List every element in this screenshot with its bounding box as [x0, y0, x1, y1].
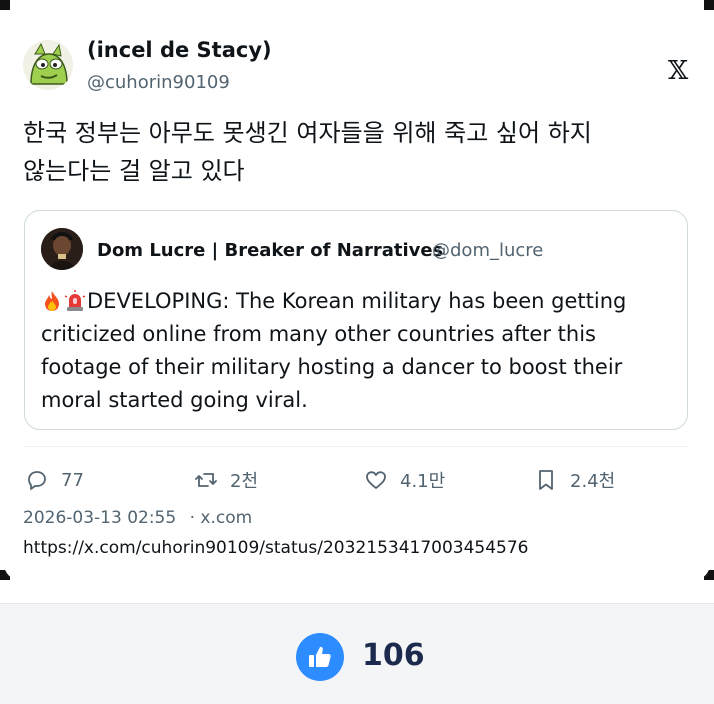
user-handle[interactable]: @cuhorin90109	[87, 72, 230, 93]
reply-count: 77	[61, 469, 84, 491]
timestamp[interactable]: 2026-03-13 02:55	[23, 508, 176, 528]
tweet-text-line: 한국 정부는 아무도 못생긴 여자들을 위해 죽고 싶어 하지	[23, 119, 592, 147]
bookmark-icon	[539, 470, 553, 490]
thumbs-up-button[interactable]	[296, 633, 344, 681]
heart-icon	[366, 471, 386, 489]
repost-count: 2천	[230, 471, 259, 492]
bookmark-count: 2.4천	[570, 471, 616, 492]
avatar[interactable]	[23, 40, 73, 90]
quoted-tweet-text: DEVELOPING: The Korean military has been…	[41, 285, 681, 417]
like-count: 4.1만	[400, 471, 446, 492]
siren-emoji	[64, 290, 86, 311]
reply-icon	[28, 471, 46, 490]
tweet-card[interactable]: (incel de Stacy) @cuhorin90109 𝕏 한국 정부는 …	[4, 10, 710, 580]
reply-button[interactable]: 77	[25, 468, 84, 492]
repost-button[interactable]: 2천	[194, 468, 258, 492]
corner-mark	[704, 0, 714, 10]
bookmark-button[interactable]: 2.4천	[534, 468, 615, 492]
like-button[interactable]: 4.1만	[364, 468, 445, 492]
thumbs-up-icon	[309, 646, 331, 667]
quoted-user-handle[interactable]: @dom_lucre	[432, 240, 543, 261]
person-avatar-image	[41, 228, 83, 270]
like-footer: 106	[0, 603, 714, 704]
divider	[24, 446, 688, 447]
post-like-count: 106	[362, 638, 425, 673]
quoted-text-line: DEVELOPING: The Korean military has been…	[41, 285, 681, 318]
tweet-text: 한국 정부는 아무도 못생긴 여자들을 위해 죽고 싶어 하지 않는다는 걸 알…	[23, 114, 683, 190]
frog-avatar-image	[23, 40, 73, 90]
post-url[interactable]: https://x.com/cuhorin90109/status/203215…	[23, 538, 529, 558]
user-name[interactable]: (incel de Stacy)	[87, 38, 272, 62]
quoted-tweet[interactable]: Dom Lucre | Breaker of Narratives @dom_l…	[24, 210, 688, 430]
tweet-text-line: 않는다는 걸 알고 있다	[23, 157, 245, 185]
source-label: · x.com	[189, 508, 253, 528]
quoted-user-name[interactable]: Dom Lucre | Breaker of Narratives	[97, 240, 443, 261]
post-meta: 2026-03-13 02:55 · x.com	[23, 508, 252, 528]
quoted-text-line: moral started going viral.	[41, 388, 308, 412]
repost-icon	[195, 473, 217, 487]
quoted-text-line-1: DEVELOPING: The Korean military has been…	[87, 289, 627, 313]
quoted-text-line: footage of their military hosting a danc…	[41, 355, 623, 379]
corner-mark	[0, 0, 10, 10]
x-logo-icon[interactable]: 𝕏	[668, 56, 688, 86]
quoted-text-line: criticized online from many other countr…	[41, 322, 596, 346]
quoted-avatar[interactable]	[41, 228, 83, 270]
fire-emoji	[45, 291, 59, 311]
